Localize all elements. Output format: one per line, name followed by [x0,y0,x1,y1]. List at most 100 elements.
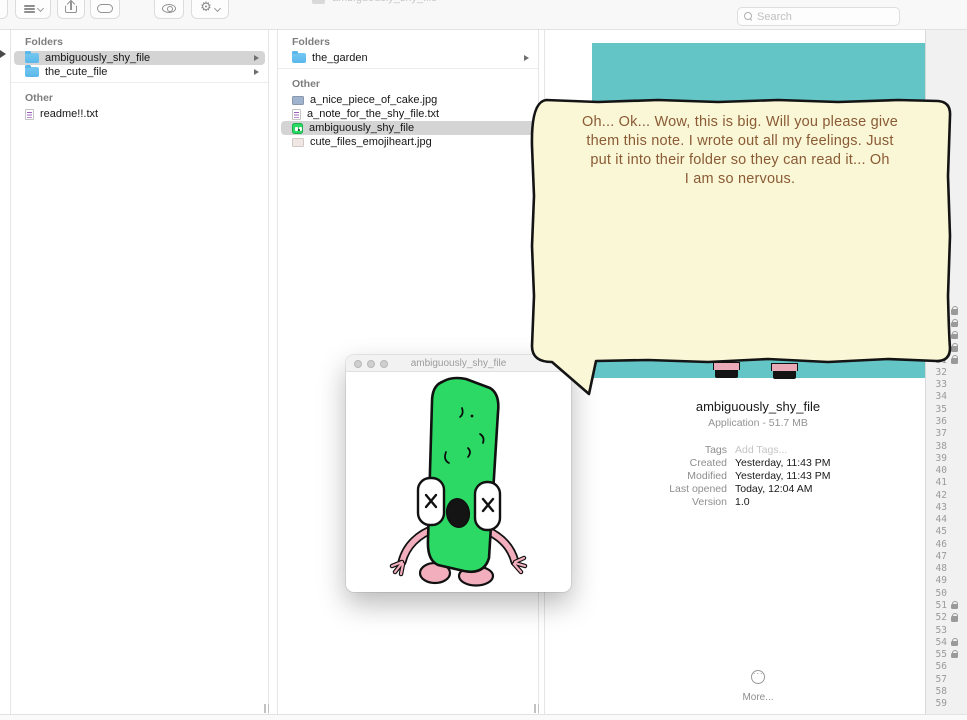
lock-icon [951,613,959,622]
gutter-line: 34 [935,391,947,403]
folder-icon [25,65,39,77]
gutter-line: 31 [926,354,967,366]
preview-image [592,43,925,378]
section-header-folders: Folders [25,36,63,48]
window-proxy-icon [312,0,325,4]
lock-icon [951,637,959,647]
info-value: Yesterday, 11:43 PM [735,470,831,482]
info-label: Last opened [669,483,727,495]
share-button[interactable] [57,0,85,19]
gutter-line: 42 [935,489,947,501]
character-foot-preview [771,363,798,379]
info-label: Tags [704,444,727,456]
action-menu-button[interactable]: ⚙ [191,0,229,19]
gutter-line: 58 [935,685,947,697]
info-label: Version [691,496,727,508]
gutter-line: 41 [935,477,947,489]
character-drawing [346,372,571,591]
lock-icon [951,318,959,328]
app-file-icon [292,122,303,134]
gutter-line: 55 [926,648,967,660]
character-window-title: ambiguously_shy_file [410,358,507,369]
gutter-line: 52 [926,612,967,624]
editor-gutter-lines: 27 28 29 30 31 32 33 34 35 36 37 38 39 40 41 42 43 44 45 46… [926,305,967,710]
image-file-icon [292,95,304,105]
finder-column-1: Folders ambiguously_shy_file the_cute_fi… [11,30,268,714]
lock-icon [951,601,959,610]
gutter-line: 50 [935,587,947,599]
gutter-line: 33 [935,379,947,391]
gutter-line: 30 [926,342,967,354]
add-tags-field[interactable]: Add Tags... [735,444,925,457]
gutter-line: 48 [935,563,947,575]
folder-row-the-garden[interactable]: the_garden [281,51,535,65]
finder-window: ambiguously_shy_file ⚙ Folders [0,0,967,720]
lock-icon [951,331,959,340]
text-file-icon [292,108,301,120]
character-foot-preview [713,362,740,378]
lock-icon [951,343,959,352]
gutter-line: 40 [935,465,947,477]
folder-row-the-cute-file[interactable]: the_cute_file [14,65,265,79]
file-row-note-txt[interactable]: a_note_for_the_shy_file.txt [281,107,535,121]
gutter-line: 32 [935,366,947,378]
search-field[interactable] [737,7,900,26]
gutter-line: 36 [935,416,947,428]
speech-bubble-text: Oh... Ok... Wow, this is big. Will you p… [582,114,898,187]
gutter-line: 43 [935,501,947,513]
search-input[interactable] [757,10,877,23]
disclosure-chevron-icon [254,55,259,61]
gutter-line: 39 [935,452,947,464]
gutter-line: 37 [935,428,947,440]
search-icon [744,12,753,21]
gutter-line: 59 [935,698,947,710]
eye-icon [162,4,176,13]
tag-button[interactable] [90,0,120,19]
folder-icon [25,51,39,63]
gutter-line: 49 [935,575,947,587]
gutter-line: 44 [935,514,947,526]
tag-icon [97,4,113,13]
gutter-line: 56 [935,661,947,673]
preview-file-meta: Application - 51.7 MB [708,417,808,429]
more-button[interactable]: More... [545,668,967,703]
gutter-line: 54 [926,636,967,648]
previous-column-chevron-icon [0,50,6,58]
file-row-emojiheart-jpg[interactable]: cute_files_emojiheart.jpg [281,135,535,149]
lock-icon [951,355,959,364]
list-view-icon [23,5,35,13]
file-row-readme-txt[interactable]: readme!!.txt [14,107,265,121]
quicklook-button[interactable] [154,0,184,19]
file-row-ambiguously-shy-file[interactable]: ambiguously_shy_file [281,121,535,135]
window-title: ambiguously_shy_file [332,0,437,4]
column-resize-grip[interactable] [264,704,272,713]
window-titlebar: ambiguously_shy_file [308,0,488,5]
gutter-line: 28 [926,317,967,329]
lock-icon [951,306,959,315]
view-column-button[interactable] [0,0,8,19]
gutter-line: 47 [935,550,947,562]
folder-icon [292,51,306,63]
chevron-down-icon [36,4,44,13]
view-options-button[interactable] [15,0,51,19]
info-label: Created [689,457,727,469]
gutter-line: 27 [926,305,967,317]
preview-file-name: ambiguously_shy_file [695,399,821,414]
character-app-window: ambiguously_shy_file [346,355,571,592]
lock-icon [951,650,959,659]
info-label: Modified [687,470,727,482]
column-resize-grip[interactable] [534,704,542,713]
folder-row-ambiguously-shy-file[interactable]: ambiguously_shy_file [14,51,265,65]
disclosure-chevron-icon [524,55,529,61]
preview-info-table: Tags Add Tags... Created Yesterday, 11:4… [595,444,925,509]
share-icon [65,1,77,13]
gutter-line: 35 [935,403,947,415]
info-value: Today, 12:04 AM [735,483,813,495]
text-file-icon [25,108,34,120]
character-window-titlebar[interactable]: ambiguously_shy_file [346,355,571,372]
info-value: Yesterday, 11:43 PM [735,457,831,469]
gutter-line: 51 [926,599,967,611]
file-row-cake-jpg[interactable]: a_nice_piece_of_cake.jpg [281,93,535,107]
section-header-folders: Folders [292,36,330,48]
section-header-other: Other [25,92,54,104]
